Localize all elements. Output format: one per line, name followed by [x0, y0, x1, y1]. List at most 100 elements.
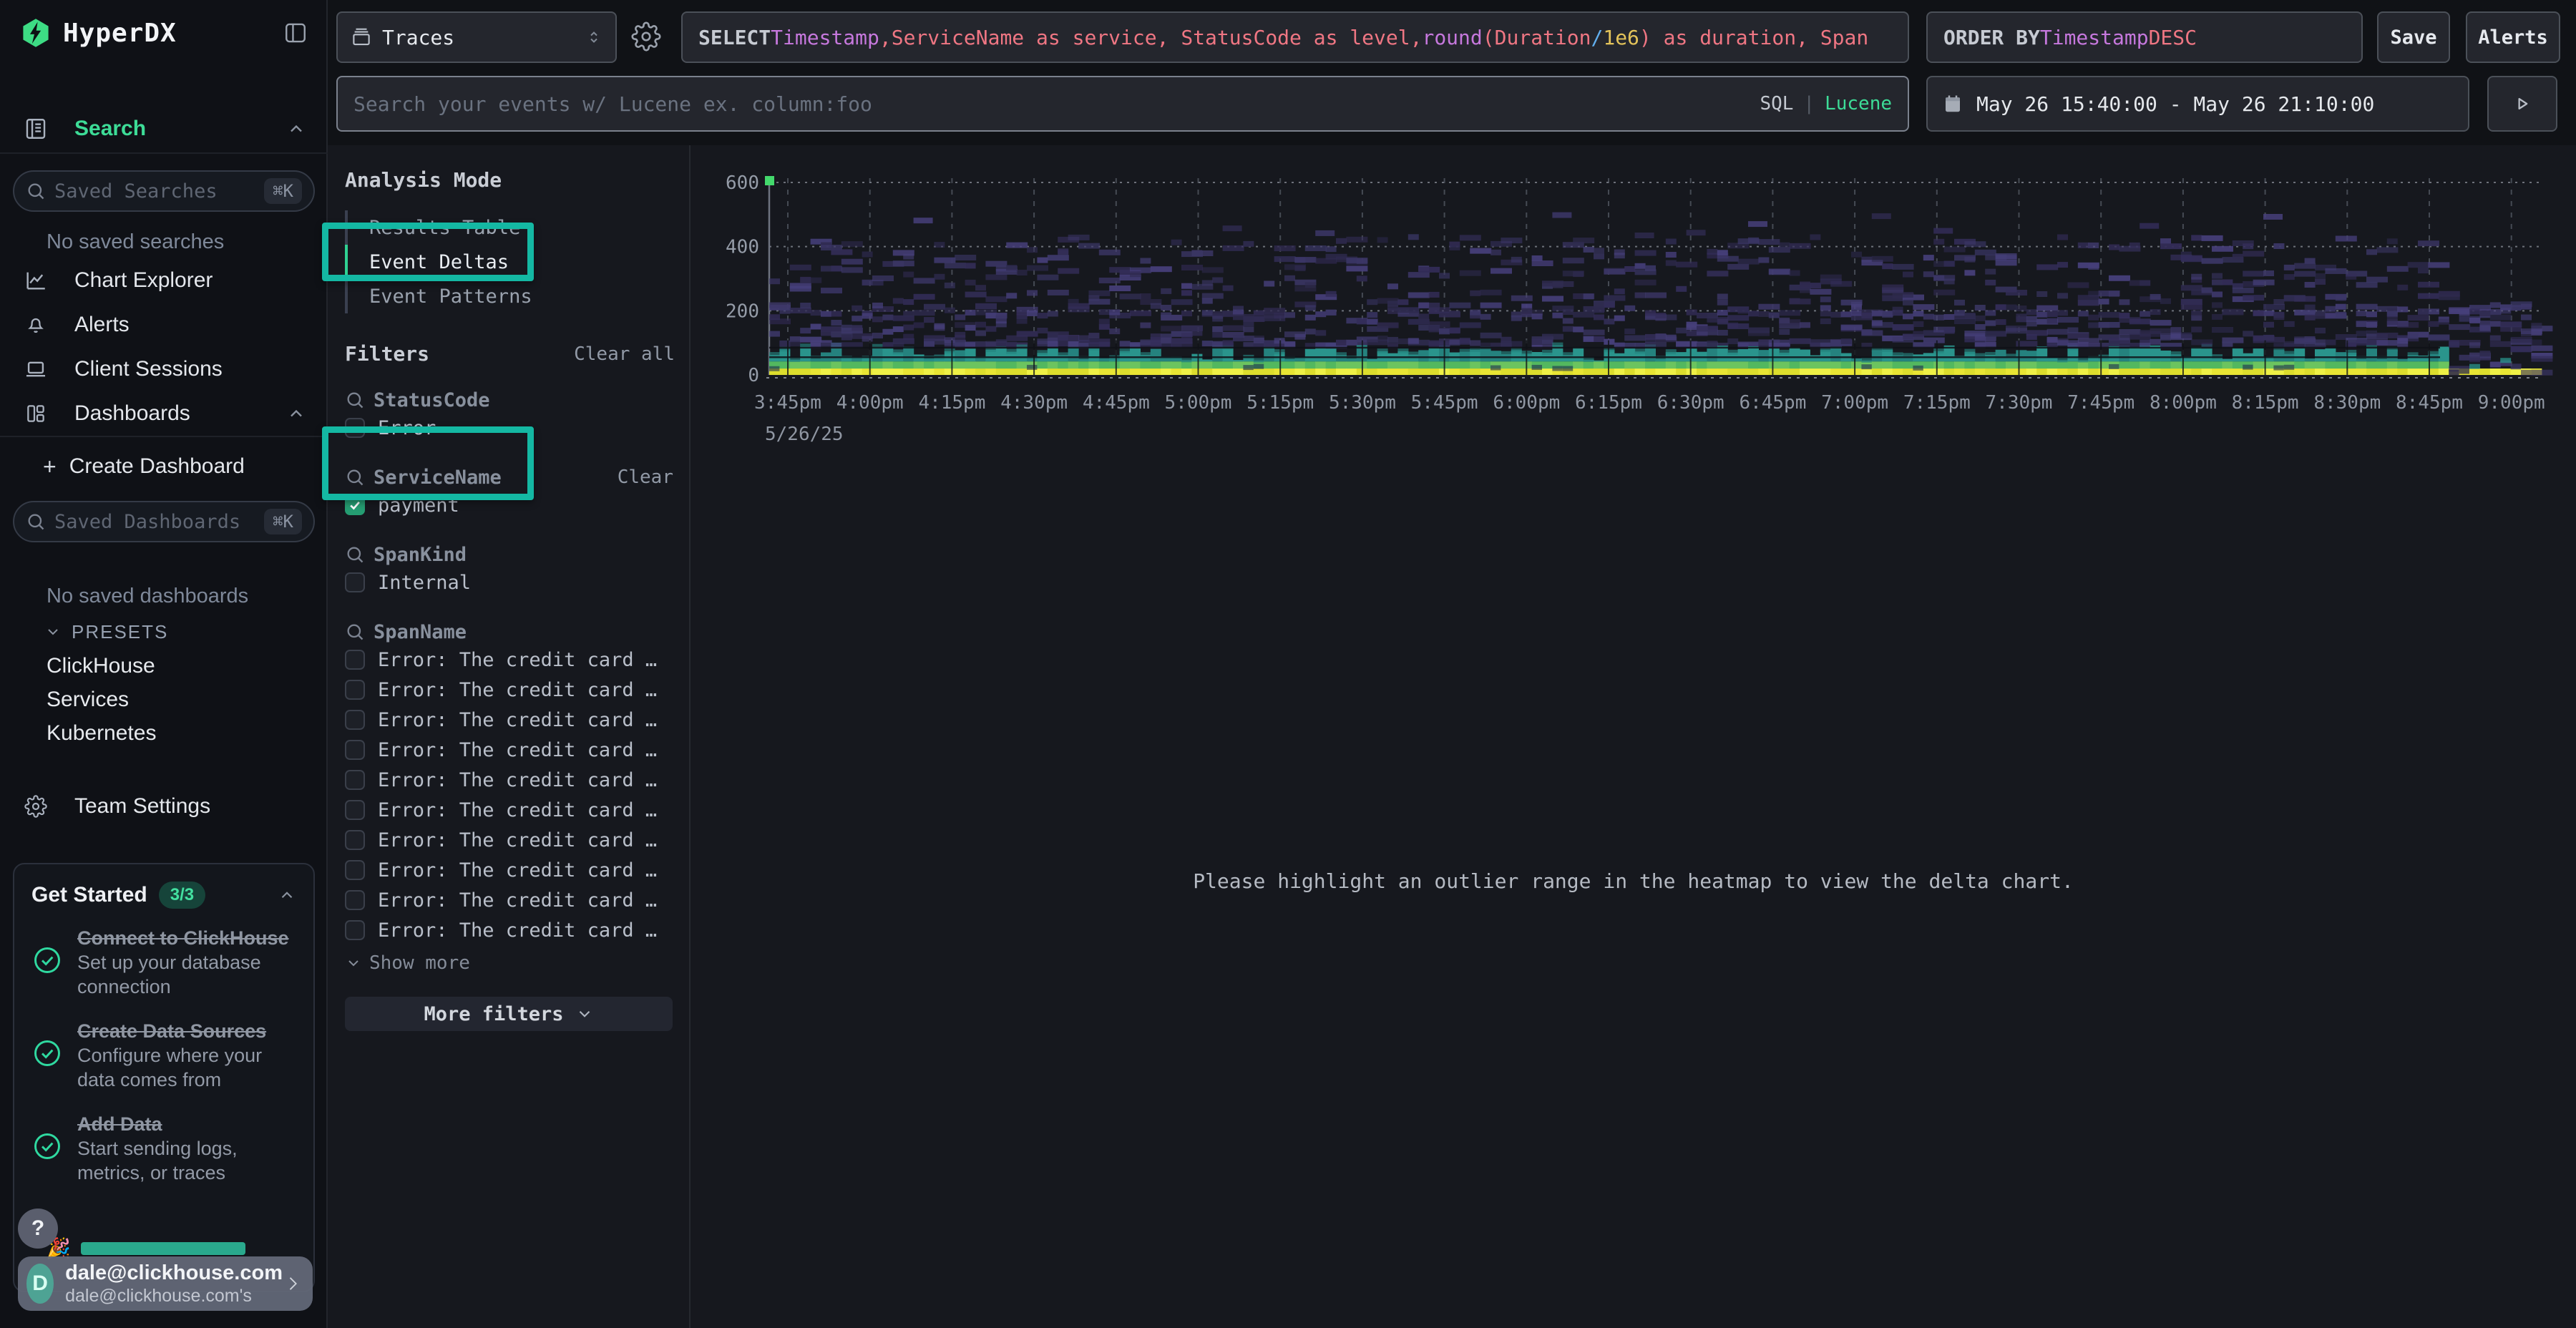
collapse-sidebar-icon[interactable] — [283, 21, 308, 45]
filter-option[interactable]: Error — [345, 413, 675, 443]
app-title: HyperDX — [63, 19, 177, 48]
presets-toggle[interactable]: PRESETS — [0, 620, 328, 643]
svg-text:5/26/25: 5/26/25 — [765, 424, 844, 445]
svg-text:400: 400 — [726, 237, 759, 258]
filter-option-label: Error: The credit card … — [378, 919, 657, 942]
shortcut-badge: ⌘K — [264, 178, 302, 204]
analysis-mode-option[interactable]: Results Table — [345, 210, 675, 245]
filter-option[interactable]: Error: The credit card … — [345, 885, 675, 915]
saved-searches-input[interactable]: ⌘K — [13, 170, 315, 212]
saved-dashboards-field[interactable] — [54, 511, 264, 533]
checkbox[interactable] — [345, 740, 365, 760]
filter-group-name: StatusCode — [374, 389, 490, 411]
presets-label: PRESETS — [72, 621, 168, 643]
svg-text:6:15pm: 6:15pm — [1575, 392, 1642, 414]
order-by-editor[interactable]: ORDER BY Timestamp DESC — [1926, 11, 2363, 63]
filter-option[interactable]: Error: The credit card … — [345, 675, 675, 705]
help-button[interactable]: ? — [18, 1209, 58, 1249]
get-started-item-desc: Start sending logs, metrics, or traces — [77, 1138, 238, 1183]
no-saved-dashboards-note: No saved dashboards — [0, 585, 328, 607]
get-started-title: Get Started — [31, 883, 147, 907]
delta-chart-empty-message: Please highlight an outlier range in the… — [691, 869, 2576, 893]
svg-text:7:00pm: 7:00pm — [1821, 392, 1888, 414]
query-language-toggle[interactable]: SQL | Lucene — [1760, 93, 1892, 114]
get-started-item-desc: Configure where your data comes from — [77, 1045, 262, 1090]
alerts-button[interactable]: Alerts — [2466, 11, 2560, 63]
search-bar: SQL | Lucene — [336, 76, 1909, 132]
preset-clickhouse[interactable]: ClickHouse — [0, 650, 328, 683]
check-circle-icon — [31, 1019, 63, 1092]
checkbox[interactable] — [345, 920, 365, 940]
filter-option[interactable]: Error: The credit card … — [345, 645, 675, 675]
saved-dashboards-input[interactable]: ⌘K — [13, 501, 315, 542]
filter-option[interactable]: Error: The credit card … — [345, 795, 675, 825]
svg-text:4:45pm: 4:45pm — [1083, 392, 1150, 414]
filter-option[interactable]: Error: The credit card … — [345, 825, 675, 855]
shortcut-badge: ⌘K — [264, 509, 302, 534]
duration-heatmap[interactable]: 02004006003:45pm4:00pm4:15pm4:30pm4:45pm… — [691, 145, 2576, 474]
checkbox[interactable] — [345, 830, 365, 850]
checkbox[interactable] — [345, 800, 365, 820]
analysis-mode-option[interactable]: Event Patterns — [345, 279, 675, 313]
svg-text:8:30pm: 8:30pm — [2313, 392, 2381, 414]
get-started-header[interactable]: Get Started 3/3 — [31, 864, 296, 926]
run-query-button[interactable] — [2487, 76, 2557, 132]
line-chart-icon — [21, 268, 50, 293]
svg-text:8:00pm: 8:00pm — [2150, 392, 2217, 414]
checkbox[interactable] — [345, 890, 365, 910]
more-filters-button[interactable]: More filters — [345, 997, 673, 1031]
analysis-mode-option[interactable]: Event Deltas — [345, 245, 675, 279]
sql-select-editor[interactable]: SELECT Timestamp, ServiceName as service… — [681, 11, 1909, 63]
checkbox[interactable] — [345, 770, 365, 790]
get-started-item[interactable]: Create Data Sources Configure where your… — [31, 1019, 296, 1092]
preset-services[interactable]: Services — [0, 683, 328, 716]
sidebar-item-search[interactable]: Search — [0, 106, 328, 152]
checkbox[interactable] — [345, 572, 365, 592]
show-more-link[interactable]: Show more — [345, 952, 675, 974]
sidebar-item-chart-explorer[interactable]: Chart Explorer — [0, 258, 328, 303]
checkbox[interactable] — [345, 860, 365, 880]
sql-mode-label[interactable]: SQL — [1760, 93, 1793, 114]
sidebar-item-label: Chart Explorer — [74, 268, 213, 293]
obscured-text — [81, 1242, 245, 1255]
filter-option-label: Error: The credit card … — [378, 649, 657, 671]
filter-group-name: SpanName — [374, 621, 467, 643]
filter-option[interactable]: Error: The credit card … — [345, 855, 675, 885]
source-settings-gear-icon[interactable] — [631, 21, 661, 52]
get-started-card: Get Started 3/3 Connect to ClickHouse Se… — [13, 863, 315, 1292]
checkbox[interactable] — [345, 495, 365, 515]
svg-text:600: 600 — [726, 172, 759, 194]
search-icon — [345, 622, 365, 642]
checkbox[interactable] — [345, 680, 365, 700]
checkbox[interactable] — [345, 710, 365, 730]
save-button[interactable]: Save — [2377, 11, 2450, 63]
preset-kubernetes[interactable]: Kubernetes — [0, 717, 328, 750]
search-input[interactable] — [353, 92, 1760, 116]
create-dashboard-button[interactable]: + Create Dashboard — [0, 444, 328, 489]
checkbox[interactable] — [345, 418, 365, 438]
sidebar-item-alerts[interactable]: Alerts — [0, 303, 328, 347]
filter-option[interactable]: Internal — [345, 567, 675, 597]
filter-option[interactable]: payment — [345, 490, 675, 520]
clear-filter-link[interactable]: Clear — [618, 467, 673, 488]
sidebar-item-team-settings[interactable]: Team Settings — [0, 785, 328, 828]
filter-option[interactable]: Error: The credit card … — [345, 915, 675, 945]
filter-option[interactable]: Error: The credit card … — [345, 765, 675, 795]
hyperdx-logo-icon — [20, 17, 52, 49]
svg-text:5:30pm: 5:30pm — [1329, 392, 1396, 414]
user-menu[interactable]: D dale@clickhouse.com dale@clickhouse.co… — [18, 1256, 313, 1311]
get-started-item[interactable]: Add Data Start sending logs, metrics, or… — [31, 1112, 296, 1185]
date-range-picker[interactable]: May 26 15:40:00 - May 26 21:10:00 — [1926, 76, 2469, 132]
logo-row: HyperDX — [0, 14, 328, 52]
clear-all-filters-link[interactable]: Clear all — [574, 343, 675, 365]
saved-searches-field[interactable] — [54, 180, 264, 202]
filter-option[interactable]: Error: The credit card … — [345, 735, 675, 765]
source-select[interactable]: Traces — [336, 11, 617, 63]
checkbox[interactable] — [345, 650, 365, 670]
lucene-mode-label[interactable]: Lucene — [1825, 93, 1892, 114]
search-icon — [345, 390, 365, 410]
sidebar-item-client-sessions[interactable]: Client Sessions — [0, 347, 328, 391]
get-started-item[interactable]: Connect to ClickHouse Set up your databa… — [31, 926, 296, 999]
sidebar-item-dashboards[interactable]: Dashboards — [0, 391, 328, 436]
filter-option[interactable]: Error: The credit card … — [345, 705, 675, 735]
